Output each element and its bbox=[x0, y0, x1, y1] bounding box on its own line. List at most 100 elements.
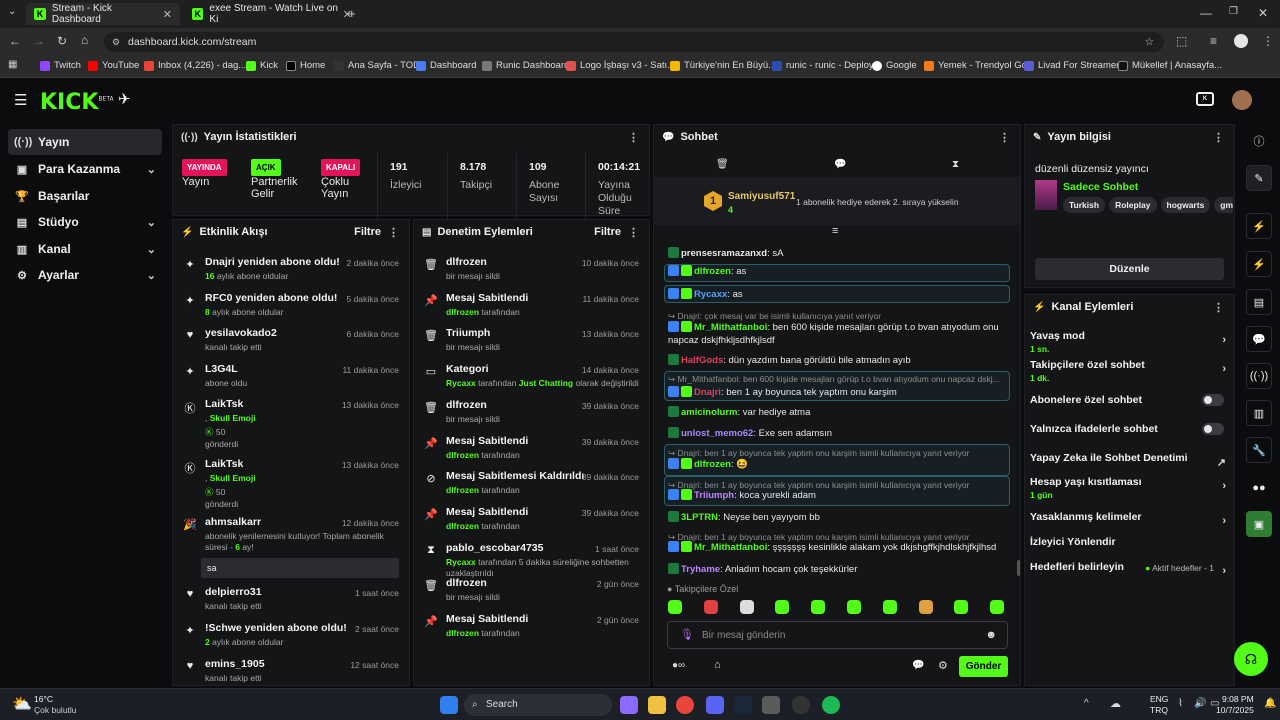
channel-action-item[interactable]: Yapay Zeka ile Sohbet Denetimi ↗ bbox=[1030, 452, 1230, 476]
chat-username[interactable]: Dnajri bbox=[694, 387, 721, 398]
chat-username[interactable]: dlfrozen bbox=[694, 459, 731, 470]
channel-action-item[interactable]: Yalnızca ifadelerle sohbet bbox=[1030, 423, 1230, 447]
new-tab-icon[interactable]: + bbox=[348, 6, 356, 21]
sidebar-item-kanal[interactable]: ▥ Kanal ⌄ bbox=[8, 236, 162, 262]
support-headset-icon[interactable]: ☊ bbox=[1234, 642, 1268, 676]
bookmark-item[interactable]: Inbox (4,226) - dag... bbox=[144, 60, 246, 71]
url-field[interactable]: ⚙ dashboard.kick.com/stream ☆ bbox=[104, 32, 1164, 52]
site-info-icon[interactable]: ⚙ bbox=[112, 32, 120, 52]
filter-button[interactable]: Filtre bbox=[594, 226, 621, 238]
more-options-icon[interactable]: ⋮ bbox=[388, 226, 399, 239]
bookmark-item[interactable]: Kick bbox=[246, 60, 278, 71]
menu-icon[interactable]: ⋮ bbox=[1262, 34, 1274, 48]
chat-username[interactable]: Triiumph bbox=[694, 490, 734, 501]
bookmark-item[interactable]: runic - runic - Deploy bbox=[772, 60, 874, 71]
moderation-item[interactable]: ▭ Kategori 14 dakika önce Rycaxx tarafından… bbox=[414, 361, 649, 393]
bookmark-item[interactable]: Logo İşbaşı v3 - Satı... bbox=[566, 60, 675, 71]
chat-message[interactable]: dlfrozen: 😆 bbox=[668, 458, 1008, 471]
back-icon[interactable]: ← bbox=[9, 34, 21, 48]
activity-item[interactable]: ♥ emins_1905 12 saat önce kanalı takip etti bbox=[173, 656, 409, 685]
more-options-icon[interactable]: ⋮ bbox=[1213, 131, 1224, 144]
toggle-switch[interactable] bbox=[1202, 394, 1224, 406]
app-icon[interactable]: ▣ bbox=[1246, 511, 1272, 537]
chat-input[interactable]: 🎙 Bir mesaj gönderin ☻ bbox=[667, 621, 1008, 649]
hourglass-icon[interactable]: ⧗ bbox=[952, 159, 959, 170]
chat-username[interactable]: 3LPTRN bbox=[681, 512, 718, 523]
volume-icon[interactable]: 🔊 bbox=[1194, 698, 1206, 709]
gear-icon[interactable]: ⚙ bbox=[938, 659, 948, 672]
restore-icon[interactable]: ❐ bbox=[1229, 6, 1238, 17]
chat-message[interactable]: Rycaxx: as bbox=[668, 288, 1008, 301]
lightning-green-icon[interactable]: ⚡ bbox=[1246, 251, 1272, 277]
channel-action-item[interactable]: İzleyici Yönlendir bbox=[1030, 536, 1230, 560]
reload-icon[interactable]: ↻ bbox=[57, 34, 67, 48]
windows-start-icon[interactable] bbox=[440, 696, 458, 714]
chat-username[interactable]: amicinolurm bbox=[681, 407, 738, 418]
tab-kick-dashboard[interactable]: K Stream - Kick Dashboard ✕ bbox=[26, 3, 180, 25]
forward-icon[interactable]: → bbox=[33, 34, 45, 48]
moderation-item[interactable]: 📌 Mesaj Sabitlendi 2 gün önce dlfrozen tara… bbox=[414, 611, 649, 643]
channel-action-item[interactable]: Yasaklanmış kelimeler › bbox=[1030, 511, 1230, 535]
emote-icon[interactable] bbox=[882, 600, 897, 614]
chat-message[interactable]: amicinolurm: var hediye atma bbox=[668, 406, 1008, 419]
moderation-item[interactable]: 🗑 Triiumph 13 dakika önce bir mesajı sildi bbox=[414, 325, 649, 357]
activity-item[interactable]: ✦ RFC0 yeniden abone oldu! 5 dakika önce 8 … bbox=[173, 290, 409, 322]
bookmark-item[interactable]: Dashboard bbox=[416, 60, 476, 71]
trash-icon[interactable]: 🗑 bbox=[716, 159, 729, 170]
file-explorer-icon[interactable] bbox=[648, 696, 666, 714]
bookmark-item[interactable]: Google bbox=[872, 60, 917, 71]
store-icon[interactable]: ⌂ bbox=[714, 659, 721, 671]
chat-bubble-icon[interactable]: 💬 bbox=[912, 660, 924, 671]
chat-message[interactable]: prensesramazanxd: sA bbox=[668, 247, 1008, 260]
bookmark-item[interactable]: Ana Sayfa - TOD bbox=[334, 60, 420, 71]
sidebar-item-studyo[interactable]: ▤ Stüdyo ⌄ bbox=[8, 209, 162, 235]
lightning-icon[interactable]: ⚡ bbox=[1246, 213, 1272, 239]
emote-icon[interactable] bbox=[954, 600, 969, 614]
moderation-item[interactable]: 📌 Mesaj Sabitlendi 39 dakika önce dlfrozen … bbox=[414, 504, 649, 536]
chat-message[interactable]: HalfGods: dün yazdım bana görüldü bile a… bbox=[668, 354, 1008, 367]
moderation-item[interactable]: ⊘ Mesaj Sabitlemesi Kaldırıldı 39 dakika ö… bbox=[414, 468, 649, 500]
bookmark-item[interactable]: Twitch bbox=[40, 60, 81, 71]
channel-action-item[interactable]: Abonelere özel sohbet bbox=[1030, 394, 1230, 418]
channel-action-item[interactable]: Yavaş mod 1 sn. › bbox=[1030, 330, 1230, 354]
bookmark-item[interactable]: Yemek - Trendyol Go bbox=[924, 60, 1027, 71]
send-button[interactable]: Gönder bbox=[959, 656, 1008, 677]
more-options-icon[interactable]: ⋮ bbox=[1213, 301, 1224, 314]
activity-item[interactable]: ✦ !Schwe yeniden abone oldu! 2 saat önce 2 … bbox=[173, 620, 409, 652]
emote-icon[interactable] bbox=[668, 600, 682, 614]
chat-scrollbar[interactable] bbox=[1017, 560, 1020, 576]
activity-item[interactable]: 🎉 ahmsalkarr 12 dakika önce abonelik yenile… bbox=[173, 514, 409, 578]
chrome-icon[interactable] bbox=[676, 696, 694, 714]
notification-icon[interactable]: 🔔 bbox=[1264, 698, 1276, 709]
chat-message[interactable]: Dnajri: ben 1 ay boyunca tek yaptım onu … bbox=[668, 386, 1008, 399]
tray-chevron-icon[interactable]: ^ bbox=[1084, 698, 1089, 709]
chat-username[interactable]: Tryhame bbox=[681, 564, 720, 575]
chat-icon[interactable]: 💬 bbox=[1246, 326, 1272, 352]
home-icon[interactable]: ⌂ bbox=[81, 33, 88, 47]
activity-item[interactable]: Ⓚ LaikTsk 13 dakika önce , Skull Emoji Ⓚ 50 g… bbox=[173, 396, 409, 449]
spotify-icon[interactable] bbox=[822, 696, 840, 714]
kick-points-icon[interactable]: ●● bbox=[1246, 475, 1272, 501]
activity-item[interactable]: ♥ delpierro31 1 saat önce kanalı takip etti bbox=[173, 584, 409, 616]
chat-message[interactable]: 3LPTRN: Neyse ben yayıyom bb bbox=[668, 511, 1008, 524]
more-options-icon[interactable]: ⋮ bbox=[628, 226, 639, 239]
chat-message[interactable]: dlfrozen: as bbox=[668, 265, 1008, 278]
chat-username[interactable]: prensesramazanxd bbox=[681, 248, 767, 259]
emoji-icon[interactable]: ☻ bbox=[985, 629, 997, 641]
bookmark-item[interactable]: Livad For Streamers bbox=[1024, 60, 1124, 71]
kick-points-icon[interactable]: ●∞ bbox=[672, 660, 685, 671]
wifi-icon[interactable]: ⌇ bbox=[1178, 698, 1183, 709]
document-icon[interactable]: ▤ bbox=[1246, 289, 1272, 315]
emote-icon[interactable] bbox=[918, 600, 933, 614]
sidebar-item-para-kazanma[interactable]: ▣ Para Kazanma ⌄ bbox=[8, 156, 162, 182]
moderation-item[interactable]: 🗑 dlfrozen 10 dakika önce bir mesajı sildi bbox=[414, 254, 649, 286]
emote-icon[interactable] bbox=[703, 600, 718, 614]
bookmark-item[interactable]: YouTube bbox=[88, 60, 139, 71]
obs-icon[interactable] bbox=[792, 696, 810, 714]
chat-username[interactable]: HalfGods bbox=[681, 355, 723, 366]
kick-studio-icon[interactable]: K bbox=[1196, 92, 1214, 106]
sidebar-item-basarilar[interactable]: 🏆 Başarılar bbox=[8, 183, 162, 209]
steam-icon[interactable] bbox=[734, 696, 752, 714]
microphone-icon[interactable]: 🎙 bbox=[680, 628, 694, 641]
activity-item[interactable]: ♥ yesilavokado2 6 dakika önce kanalı takip … bbox=[173, 325, 409, 357]
